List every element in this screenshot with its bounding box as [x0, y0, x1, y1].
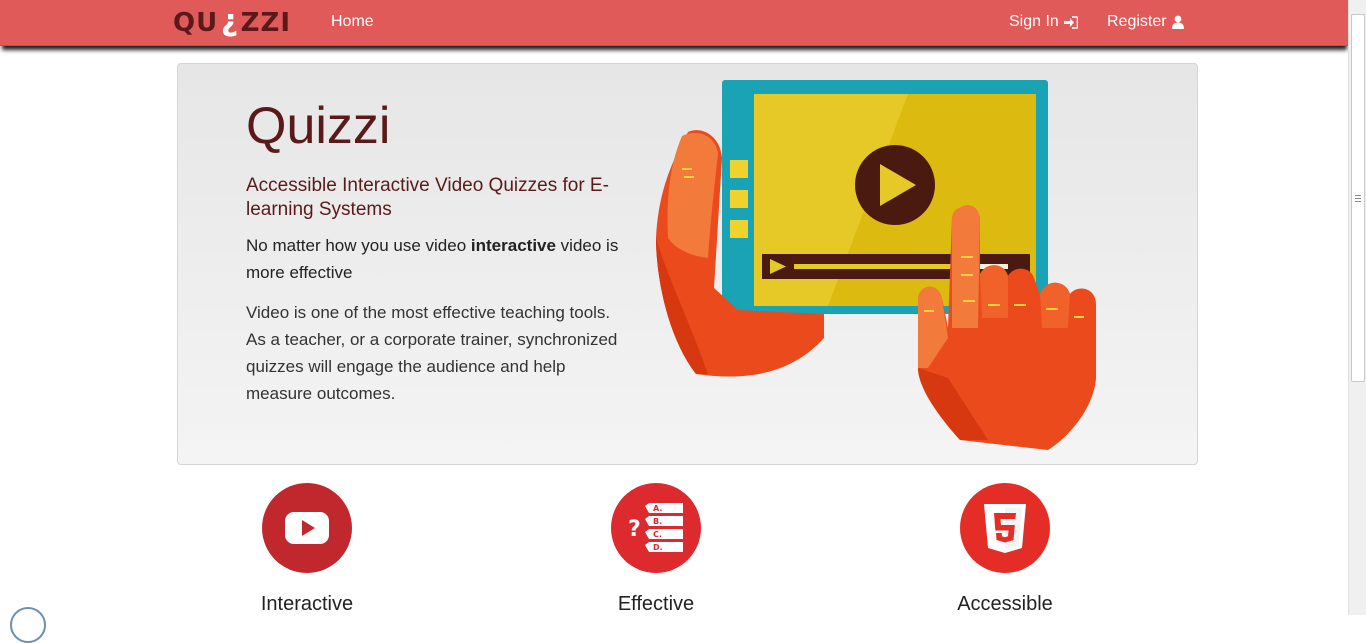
sign-in-icon — [1063, 15, 1078, 29]
page-scrollbar[interactable] — [1348, 0, 1366, 615]
feature-accessible-label: Accessible — [957, 593, 1053, 615]
nav-home-link[interactable]: Home — [331, 13, 374, 31]
quiz-option-d: D. — [653, 543, 663, 552]
nav-sign-in-label: Sign In — [1009, 13, 1059, 30]
html5-icon — [984, 504, 1026, 553]
nav-register-link[interactable]: Register — [1107, 13, 1184, 31]
feature-effective: ? A. B. C. D. Effective — [556, 483, 756, 616]
hero-lead-bold: interactive — [470, 236, 556, 255]
feature-interactive-label: Interactive — [260, 593, 354, 615]
hero-body-text: Video is one of the most effective teach… — [246, 303, 618, 403]
feature-accessible: Accessible — [905, 483, 1105, 616]
brand-question-mark-icon: ? — [220, 5, 239, 41]
svg-text:?: ? — [628, 517, 641, 542]
tablet-video-illustration — [656, 80, 1096, 450]
top-navbar: QU ? ZZI Home Sign In Register — [0, 0, 1349, 46]
quiz-list-icon: ? A. B. C. D. — [628, 503, 683, 552]
feature-accessible-badge — [960, 483, 1050, 573]
quiz-option-b: B. — [653, 517, 662, 526]
quiz-option-a: A. — [653, 504, 662, 513]
page-title: Quizzi — [246, 97, 391, 155]
feature-interactive-badge — [262, 483, 352, 573]
youtube-play-icon — [285, 512, 329, 544]
nav-register-label: Register — [1107, 13, 1167, 30]
hero-lead: No matter how you use video interactive … — [246, 232, 626, 286]
brand-logo-left: QU — [173, 8, 219, 38]
scrollbar-grip — [1355, 194, 1361, 203]
nav-home-label: Home — [331, 13, 374, 30]
feature-interactive: Interactive — [207, 483, 407, 616]
hero-jumbotron: Quizzi Accessible Interactive Video Quiz… — [177, 63, 1198, 465]
brand-logo[interactable]: QU ? ZZI — [173, 5, 292, 41]
scrollbar-thumb[interactable] — [1351, 14, 1365, 382]
feature-effective-label: Effective — [617, 593, 695, 615]
quiz-option-c: C. — [653, 530, 662, 539]
hero-subtitle: Accessible Interactive Video Quizzes for… — [246, 175, 609, 220]
brand-logo-right: ZZI — [240, 8, 292, 38]
feature-effective-badge: ? A. B. C. D. — [611, 483, 701, 573]
hero-lead-pre: No matter how you use video — [246, 236, 471, 255]
floating-widget-button[interactable] — [10, 607, 46, 643]
nav-sign-in-link[interactable]: Sign In — [1009, 13, 1078, 31]
user-icon — [1171, 15, 1184, 29]
